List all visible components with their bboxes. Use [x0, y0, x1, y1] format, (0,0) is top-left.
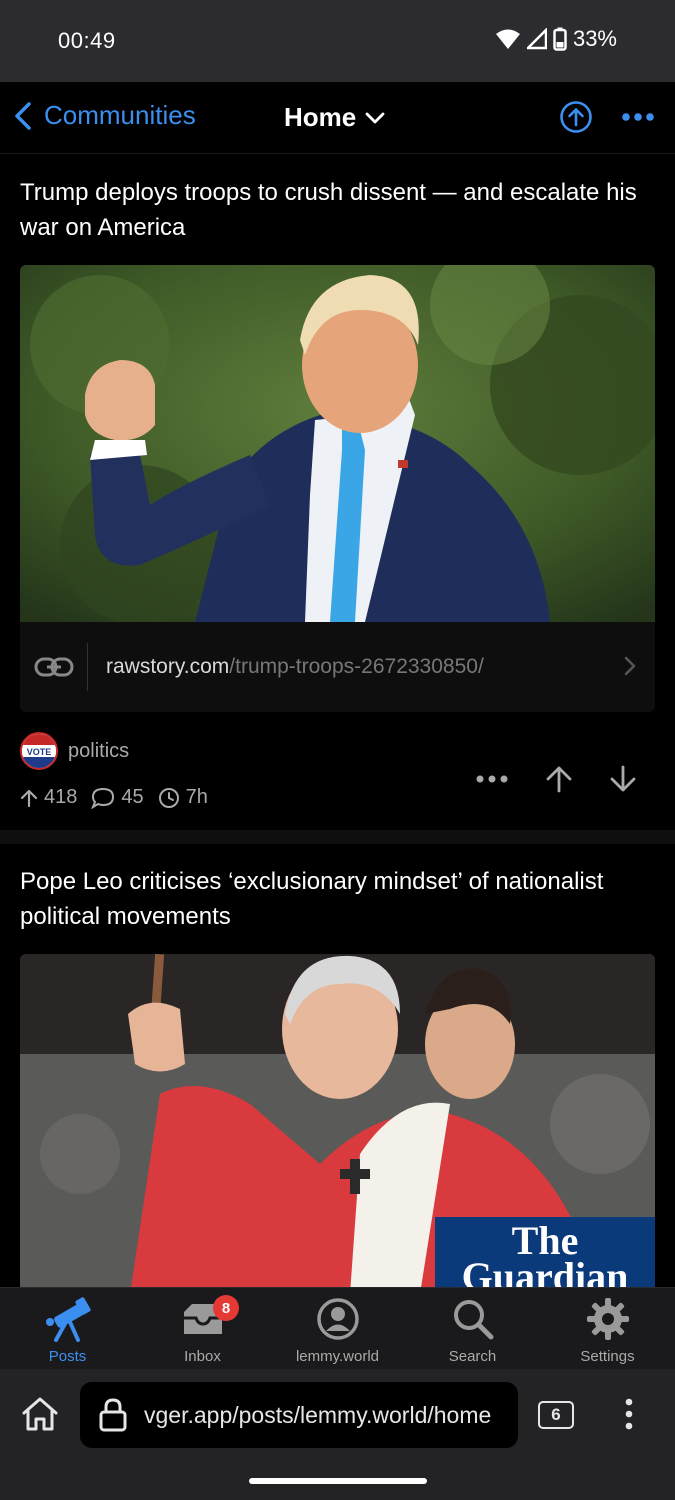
link-icon: [34, 657, 73, 677]
community-name: politics: [68, 739, 130, 762]
status-icons: 33%: [495, 26, 617, 52]
link-domain: rawstory.com: [106, 655, 230, 678]
browser-menu-icon[interactable]: [624, 1397, 634, 1431]
post-card[interactable]: Pope Leo criticises ‘exclusionary mindse…: [0, 844, 675, 1294]
post-card[interactable]: Trump deploys troops to crush dissent — …: [0, 155, 675, 830]
back-button[interactable]: Communities: [12, 100, 196, 131]
age-stat: 7h: [158, 786, 208, 809]
chevron-down-icon: [365, 112, 385, 123]
tab-settings[interactable]: Settings: [540, 1288, 675, 1369]
tab-label: Search: [448, 1348, 497, 1365]
lock-icon: [99, 1398, 127, 1432]
tab-label: Settings: [580, 1348, 635, 1365]
link-preview[interactable]: rawstory.com/trump-troops-2672330850/: [20, 622, 655, 712]
link-url: rawstory.com/trump-troops-2672330850/: [106, 655, 484, 679]
page-title: Home: [284, 102, 357, 132]
comments-value: 45: [121, 786, 144, 808]
score-value: 418: [44, 786, 78, 808]
address-bar[interactable]: vger.app/posts/lemmy.world/home: [80, 1382, 518, 1448]
tab-label: Posts: [48, 1348, 87, 1365]
chevron-left-icon: [15, 101, 31, 130]
tab-label: lemmy.world: [295, 1348, 380, 1365]
tab-inbox[interactable]: 8 Inbox: [135, 1288, 270, 1369]
browser-home-icon[interactable]: [20, 1395, 60, 1433]
scroll-top-icon[interactable]: [559, 100, 593, 134]
wifi-icon: [495, 29, 520, 49]
more-icon[interactable]: [621, 112, 655, 122]
inbox-badge: 8: [213, 1295, 239, 1321]
nav-header: Communities Home: [0, 82, 675, 154]
comment-icon: [91, 787, 115, 809]
tab-label: Inbox: [184, 1348, 221, 1365]
back-label: Communities: [44, 100, 196, 130]
status-bar: 00:49 33%: [0, 0, 675, 82]
link-icon-box: [20, 643, 88, 691]
upvote-icon[interactable]: [545, 764, 573, 794]
nav-actions: [559, 100, 655, 134]
browser-toolbar: vger.app/posts/lemmy.world/home 6: [0, 1369, 675, 1500]
battery-percent: 33%: [572, 26, 617, 51]
account-icon: [316, 1298, 359, 1340]
gesture-handle: [249, 1478, 427, 1484]
tab-bar: Posts 8 Inbox lemmy.world Search Setting…: [0, 1287, 675, 1369]
community-link[interactable]: VOTE politics: [20, 732, 129, 770]
post-image[interactable]: The Guardian: [20, 954, 655, 1294]
tab-search[interactable]: Search: [405, 1288, 540, 1369]
post-title[interactable]: Trump deploys troops to crush dissent — …: [0, 155, 675, 245]
post-image-illustration: The Guardian: [20, 954, 655, 1294]
post-image-illustration: [20, 265, 655, 622]
comments-stat[interactable]: 45: [91, 786, 144, 809]
post-meta: VOTE politics 418 45 7h: [0, 712, 675, 830]
post-actions: [475, 764, 637, 794]
address-text: vger.app/posts/lemmy.world/home: [144, 1401, 492, 1428]
post-separator: [0, 830, 675, 844]
status-time: 00:49: [58, 28, 116, 53]
post-title[interactable]: Pope Leo criticises ‘exclusionary mindse…: [0, 844, 675, 934]
post-more-icon[interactable]: [475, 774, 509, 784]
age-value: 7h: [185, 786, 208, 808]
chevron-right-icon: [624, 656, 636, 676]
post-image[interactable]: [20, 265, 655, 622]
search-icon: [453, 1300, 493, 1340]
vote-badge-icon: VOTE: [22, 734, 56, 768]
feed-selector[interactable]: Home: [284, 102, 386, 133]
post-feed: Trump deploys troops to crush dissent — …: [0, 155, 675, 1294]
vote-badge-text: VOTE: [27, 747, 52, 757]
telescope-icon: [45, 1297, 91, 1342]
tab-posts[interactable]: Posts: [0, 1288, 135, 1369]
tab-switcher-button[interactable]: 6: [538, 1401, 574, 1429]
link-path: /trump-troops-2672330850/: [229, 655, 484, 678]
downvote-icon[interactable]: [609, 764, 637, 794]
gear-icon: [586, 1298, 629, 1340]
post-stats: 418 45 7h: [20, 786, 208, 809]
battery-icon: [553, 27, 567, 51]
tab-account[interactable]: lemmy.world: [270, 1288, 405, 1369]
community-avatar: VOTE: [20, 732, 58, 770]
score-stat: 418: [20, 786, 77, 809]
signal-icon: [526, 28, 547, 50]
arrow-up-small-icon: [20, 789, 38, 807]
clock-icon: [158, 787, 179, 808]
